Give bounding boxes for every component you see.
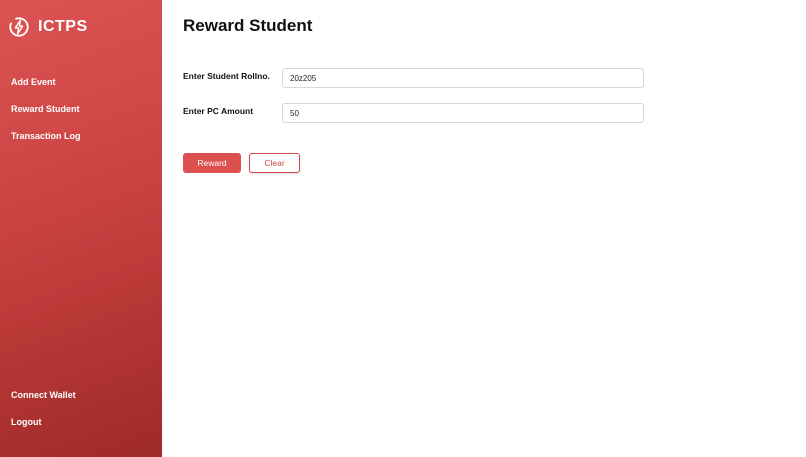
main-content: Reward Student Enter Student Rollno. Ent… [162, 0, 806, 457]
app-root: ICTPS Add Event Reward Student Transacti… [0, 0, 806, 457]
amount-label: Enter PC Amount [183, 106, 254, 116]
clear-button[interactable]: Clear [249, 153, 300, 173]
amount-input[interactable] [282, 103, 644, 123]
reward-button[interactable]: Reward [183, 153, 241, 173]
sidebar-item-transaction-log[interactable]: Transaction Log [11, 131, 81, 142]
rollno-input[interactable] [282, 68, 644, 88]
sidebar-item-connect-wallet[interactable]: Connect Wallet [11, 390, 76, 401]
sidebar-item-add-event[interactable]: Add Event [11, 77, 56, 88]
sidebar-item-logout[interactable]: Logout [11, 417, 42, 428]
sidebar-item-reward-student[interactable]: Reward Student [11, 104, 80, 115]
brand: ICTPS [8, 16, 88, 38]
sidebar: ICTPS Add Event Reward Student Transacti… [0, 0, 162, 457]
brand-name: ICTPS [38, 18, 88, 35]
power-bolt-icon [9, 17, 29, 37]
rollno-label: Enter Student Rollno. [183, 71, 270, 81]
page-title: Reward Student [183, 16, 313, 35]
